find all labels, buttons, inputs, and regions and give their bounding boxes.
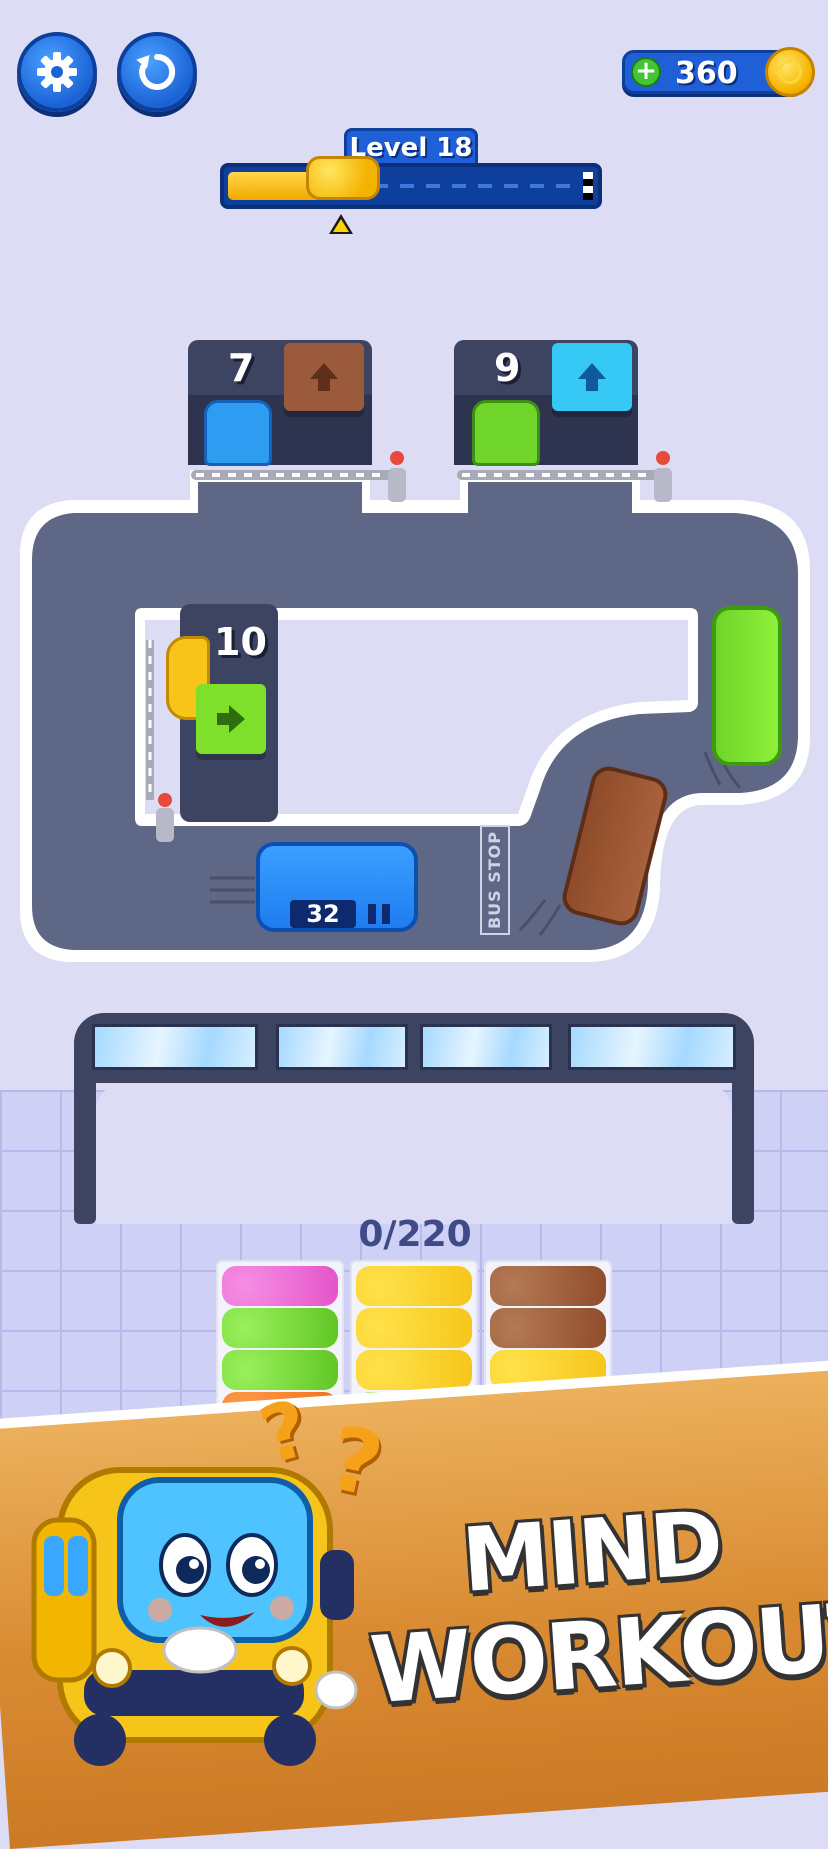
passenger-row-brown <box>490 1266 606 1306</box>
settings-button[interactable] <box>17 32 97 112</box>
bus-progress-marker <box>306 156 380 200</box>
garage-arrow-up-icon <box>552 343 632 411</box>
garage-count: 7 <box>228 346 255 390</box>
progress-track-dashes <box>374 184 578 188</box>
bus-blue[interactable]: 32 <box>256 842 418 932</box>
garage-arrow-right-icon <box>196 684 266 754</box>
shelter-post <box>732 1060 754 1224</box>
bus-window <box>368 904 376 924</box>
passenger-row-brown <box>490 1308 606 1348</box>
gear-icon <box>37 52 77 92</box>
passenger-row-green <box>222 1308 338 1348</box>
car-green[interactable] <box>472 400 540 466</box>
coin-icon <box>765 47 815 97</box>
passenger-counter: 0/220 <box>358 1214 472 1255</box>
passenger-row-yellow <box>356 1266 472 1306</box>
restart-button[interactable] <box>117 32 197 112</box>
shelter-post <box>74 1060 96 1224</box>
shelter-glass <box>276 1024 408 1070</box>
garage-arrow-up-icon <box>284 343 364 411</box>
progress-pointer-icon <box>329 214 353 234</box>
plus-icon[interactable]: + <box>631 57 661 87</box>
finish-flag-icon <box>583 172 593 200</box>
shelter-glass <box>568 1024 736 1070</box>
bus-number: 32 <box>290 900 356 928</box>
passenger-row-green <box>222 1350 338 1390</box>
garage-count: 9 <box>494 346 521 390</box>
car-blue[interactable] <box>204 400 272 466</box>
restart-icon <box>136 53 176 90</box>
shelter-glass <box>420 1024 552 1070</box>
passenger-row-yellow <box>356 1308 472 1348</box>
coin-amount: 360 <box>675 56 738 91</box>
shelter-glass <box>92 1024 258 1070</box>
passenger-row-pink <box>222 1266 338 1306</box>
waiting-area <box>96 1083 732 1224</box>
garage-count: 10 <box>214 620 267 664</box>
van-green[interactable] <box>712 606 782 766</box>
passenger-row-yellow <box>356 1350 472 1390</box>
bus-stop-label: BUS STOP <box>480 825 510 935</box>
level-progress-bar <box>220 163 602 209</box>
banner-title-line1: MIND <box>458 1491 725 1612</box>
bus-mascot <box>31 1467 358 1766</box>
coin-counter[interactable]: + 360 <box>622 47 815 97</box>
bus-window <box>382 904 390 924</box>
